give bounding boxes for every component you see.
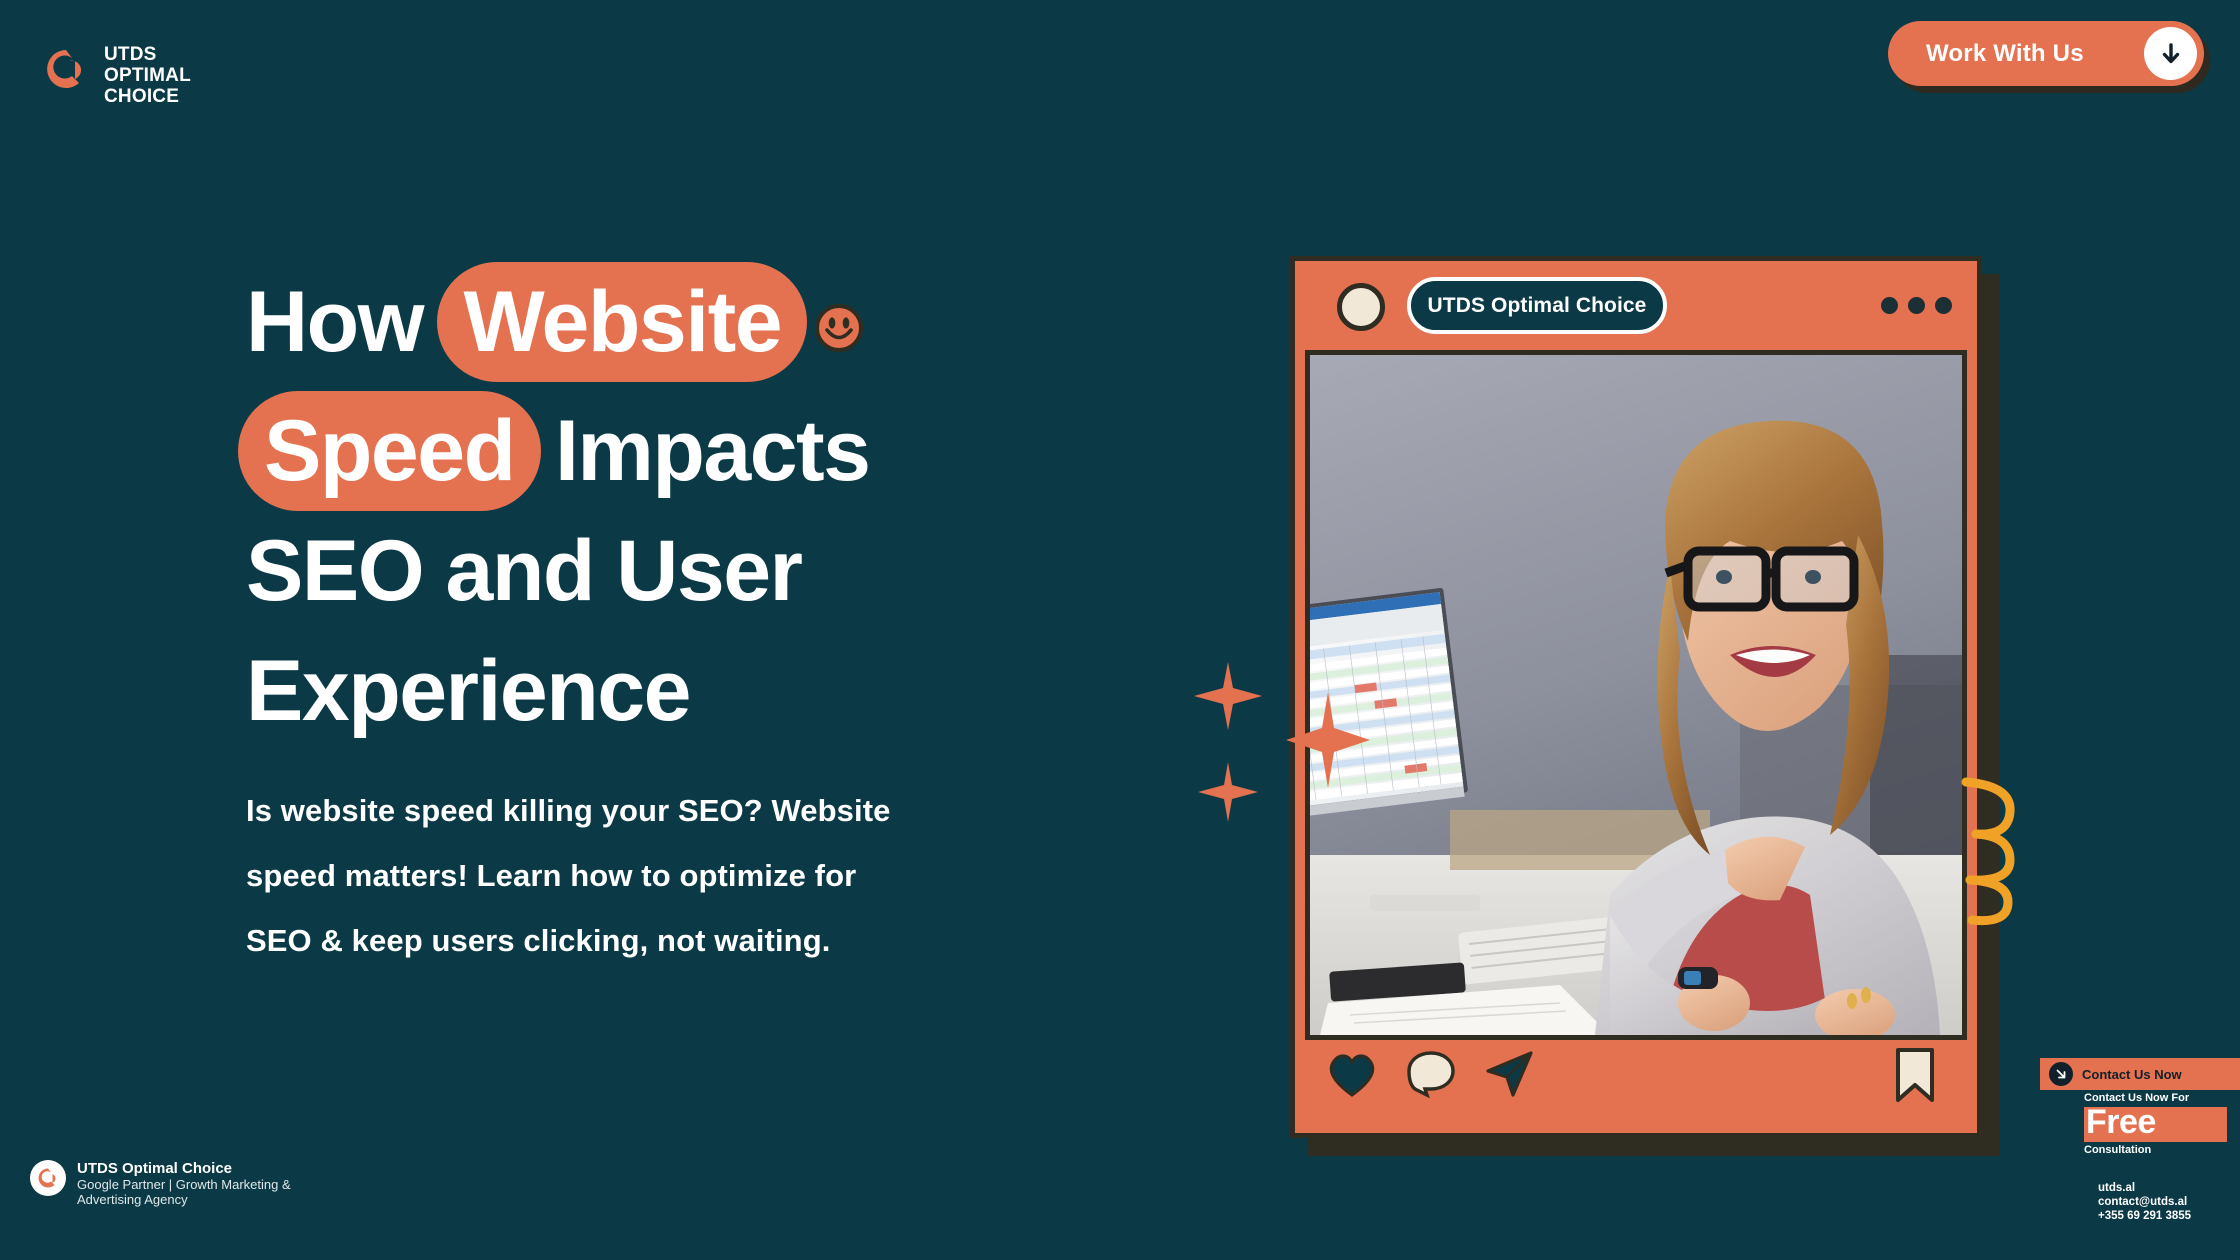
headline-line-4: Experience bbox=[246, 643, 691, 740]
headline-line-1: How Website bbox=[246, 262, 966, 391]
dot bbox=[1908, 297, 1925, 314]
share-icon[interactable] bbox=[1483, 1049, 1537, 1104]
footer-brand-tagline: Google Partner | Growth Marketing & Adve… bbox=[77, 1177, 291, 1207]
dot bbox=[1881, 297, 1898, 314]
contact-us-now-bar[interactable]: Contact Us Now bbox=[2040, 1058, 2240, 1090]
contact-line-3: Consultation bbox=[2084, 1144, 2152, 1156]
card-header: UTDS Optimal Choice bbox=[1295, 261, 1977, 350]
headline-line-3: SEO and User bbox=[246, 523, 803, 620]
headline-word-highlighted: Website bbox=[437, 262, 808, 382]
arrow-down-right-icon bbox=[2049, 1062, 2073, 1086]
three-dots-icon[interactable] bbox=[1881, 297, 1952, 314]
work-with-us-label: Work With Us bbox=[1926, 39, 2084, 67]
headline-word-plain: Impacts bbox=[532, 403, 871, 500]
contact-email[interactable]: contact@utds.al bbox=[2098, 1195, 2240, 1209]
headline-word-plain: How bbox=[246, 274, 446, 370]
comment-icon[interactable] bbox=[1405, 1049, 1457, 1104]
brand-line-3: CHOICE bbox=[104, 86, 180, 107]
avatar-icon[interactable] bbox=[1337, 283, 1385, 331]
post-photo-image bbox=[1310, 355, 1962, 1035]
contact-us-now-label: Contact Us Now bbox=[2082, 1066, 2182, 1082]
bookmark-icon[interactable] bbox=[1893, 1047, 1937, 1108]
sparkle-star-icon bbox=[1196, 760, 1260, 829]
spiral-coil-icon bbox=[1952, 770, 2026, 935]
contact-free-row: Free bbox=[2040, 1103, 2240, 1142]
footer-brand: UTDS Optimal Choice Google Partner | Gro… bbox=[30, 1160, 345, 1207]
post-photo bbox=[1305, 350, 1967, 1040]
hero-heading: How Website Speed Impacts SEO and User E… bbox=[238, 262, 966, 751]
contact-details: utds.al contact@utds.al +355 69 291 3855 bbox=[2098, 1181, 2240, 1223]
contact-phone[interactable]: +355 69 291 3855 bbox=[2098, 1209, 2240, 1223]
arrow-down-icon[interactable] bbox=[2144, 27, 2197, 80]
sparkle-star-icon bbox=[1192, 660, 1264, 737]
card-body: UTDS Optimal Choice bbox=[1290, 256, 1982, 1138]
contact-widget-body: Contact Us Now For Free Consultation utd… bbox=[2040, 1090, 2240, 1223]
brand-line-2: OPTIMAL bbox=[104, 65, 191, 86]
card-username-pill[interactable]: UTDS Optimal Choice bbox=[1407, 277, 1667, 334]
utds-circle-logo-icon bbox=[30, 1160, 66, 1196]
dot bbox=[1935, 297, 1952, 314]
card-username: UTDS Optimal Choice bbox=[1427, 293, 1647, 317]
headline-line-2: Speed Impacts bbox=[238, 391, 966, 512]
smiley-face-icon bbox=[813, 265, 865, 385]
footer-brand-name: UTDS Optimal Choice bbox=[77, 1160, 233, 1177]
footer-brand-text: UTDS Optimal Choice Google Partner | Gro… bbox=[77, 1160, 345, 1207]
contact-free-word: Free bbox=[2086, 1103, 2156, 1141]
hero-subtext: Is website speed killing your SEO? Websi… bbox=[246, 793, 891, 958]
like-icon[interactable] bbox=[1325, 1050, 1379, 1103]
sparkle-star-icon bbox=[1284, 690, 1372, 795]
top-bar: UTDS OPTIMAL CHOICE Work With Us bbox=[0, 0, 2240, 125]
contact-website[interactable]: utds.al bbox=[2098, 1181, 2240, 1195]
brand-wordmark[interactable]: UTDS OPTIMAL CHOICE bbox=[104, 44, 191, 107]
work-with-us-button[interactable]: Work With Us bbox=[1888, 21, 2204, 86]
contact-widget: Contact Us Now Contact Us Now For Free C… bbox=[2040, 1058, 2240, 1260]
headline-word-highlighted: Speed bbox=[238, 391, 541, 512]
card-footer bbox=[1295, 1029, 1977, 1133]
utds-circle-logo-icon[interactable] bbox=[42, 45, 90, 93]
brand-line-1: UTDS bbox=[104, 44, 157, 65]
card-action-icons bbox=[1325, 1049, 1537, 1104]
